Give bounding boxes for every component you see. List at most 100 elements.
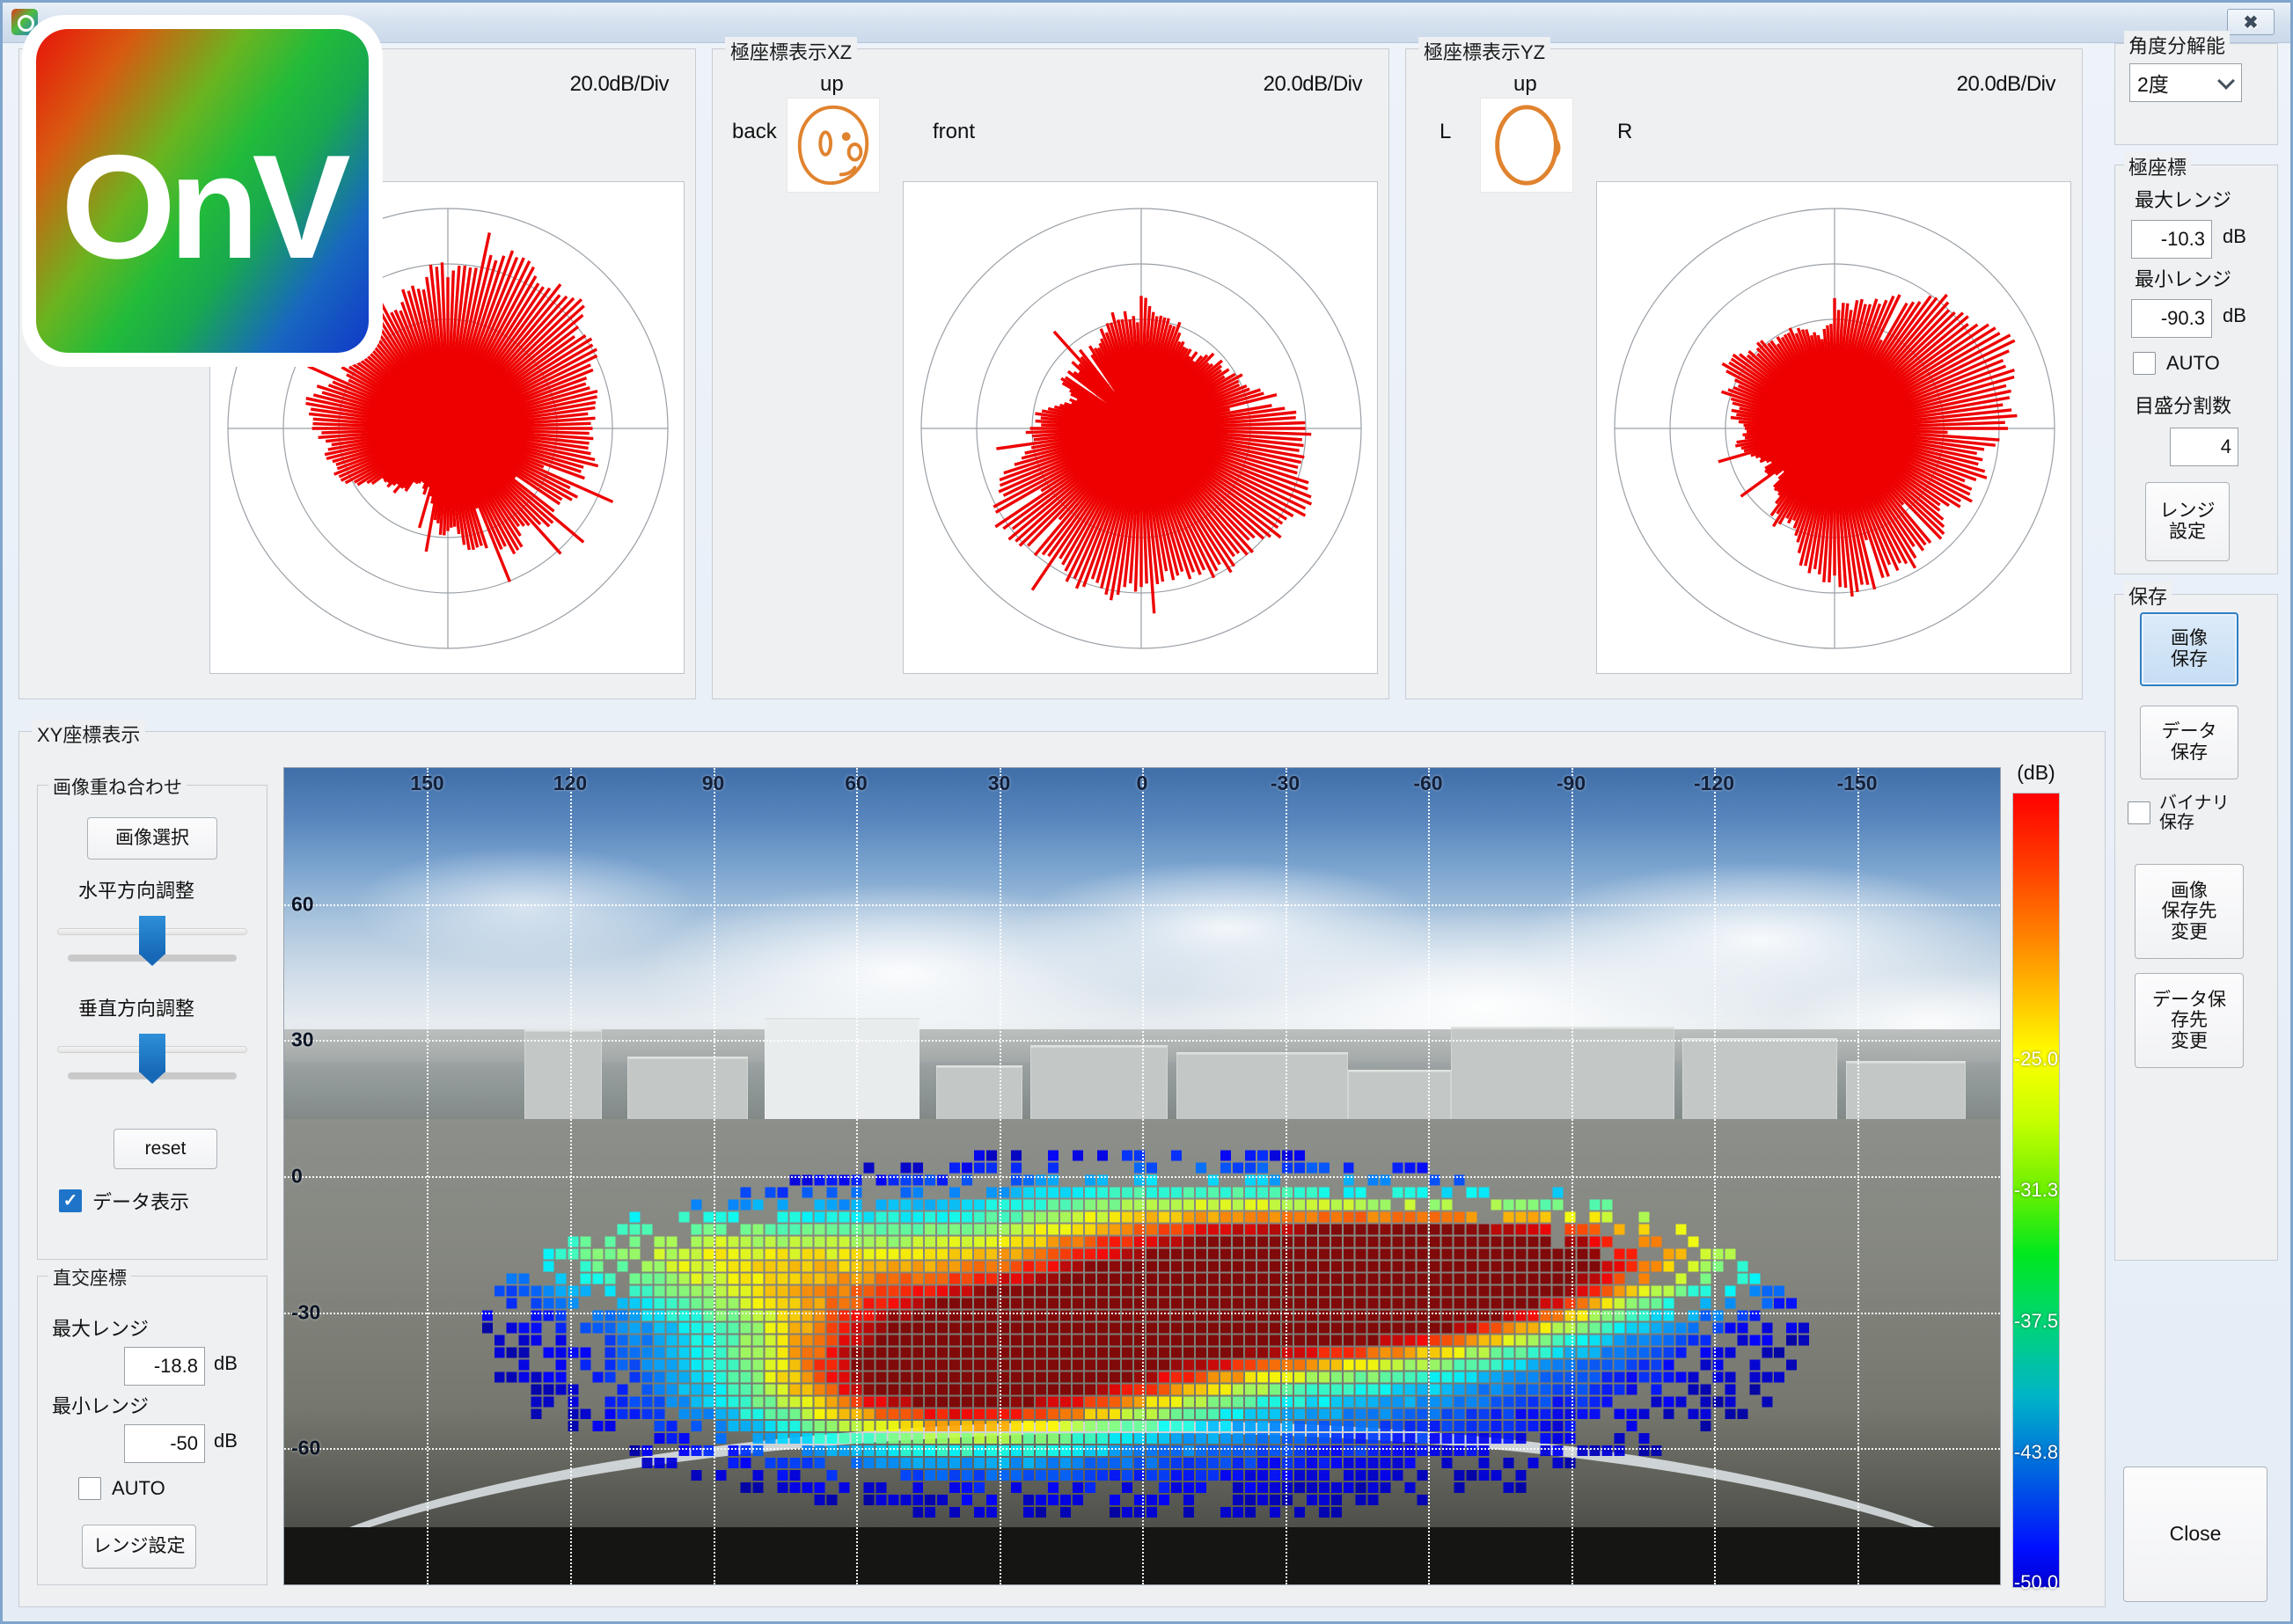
heatmap-cell [1638, 1236, 1649, 1247]
heatmap-cell [1601, 1199, 1612, 1210]
data-display-row[interactable]: データ表示 [59, 1187, 189, 1215]
heatmap-cell [900, 1396, 911, 1407]
heatmap-cell [1381, 1188, 1391, 1198]
heatmap-cell [1319, 1372, 1330, 1382]
heatmap-cell [1553, 1199, 1564, 1210]
heatmap-cell [1528, 1273, 1539, 1284]
heatmap-cell [937, 1211, 948, 1222]
heatmap-cell [1294, 1175, 1305, 1186]
heatmap-cell [1700, 1236, 1711, 1247]
heatmap-cell [1712, 1298, 1723, 1308]
polar-auto-checkbox[interactable] [2133, 352, 2156, 375]
heatmap-cell [1196, 1188, 1206, 1198]
heatmap-cell [1430, 1445, 1440, 1456]
close-dialog-button[interactable]: Close [2123, 1467, 2267, 1602]
heatmap-cell [1516, 1359, 1527, 1370]
cart-max-range-input[interactable]: -18.8 [124, 1347, 205, 1386]
divisions-input[interactable]: 4 [2170, 428, 2238, 466]
save-data-button[interactable]: データ保存 [2140, 706, 2238, 779]
v-slider-thumb[interactable] [139, 1034, 165, 1072]
colorbar-tick-label: -37.5 [2013, 1310, 2059, 1333]
heatmap-cell [925, 1482, 935, 1493]
xy-image-heatmap[interactable]: 1501209060300-30-60-90-120-15060300-30-6… [283, 767, 2001, 1585]
heatmap-cell [1220, 1347, 1231, 1357]
heatmap-cell [556, 1298, 567, 1308]
heatmap-cell [962, 1163, 972, 1174]
polar-min-range-input[interactable]: -90.3 [2131, 299, 2212, 338]
heatmap-cell [1577, 1421, 1587, 1431]
cart-range-set-button[interactable]: レンジ設定 [82, 1525, 196, 1569]
heatmap-cell [814, 1458, 824, 1468]
heatmap-cell [1491, 1408, 1502, 1419]
heatmap-cell [875, 1445, 886, 1456]
change-data-destination-button[interactable]: データ保存先変更 [2135, 973, 2244, 1068]
heatmap-cell [1048, 1372, 1059, 1382]
binary-save-checkbox[interactable] [2128, 801, 2150, 824]
heatmap-cell [1183, 1445, 1194, 1456]
heatmap-cell [728, 1470, 738, 1481]
heatmap-cell [1651, 1396, 1661, 1407]
heatmap-cell [1196, 1224, 1206, 1234]
heatmap-cell [1146, 1322, 1157, 1333]
heatmap-cell [1479, 1310, 1490, 1320]
heatmap-cell [556, 1335, 567, 1345]
heatmap-cell [1601, 1421, 1612, 1431]
heatmap-cell [1541, 1347, 1551, 1357]
heatmap-cell [814, 1310, 824, 1320]
heatmap-cell [1282, 1248, 1293, 1259]
heatmap-cell [519, 1384, 530, 1394]
change-image-destination-button[interactable]: 画像保存先変更 [2135, 864, 2244, 959]
heatmap-cell [1060, 1421, 1071, 1431]
heatmap-cell [679, 1359, 690, 1370]
polar-max-range-input[interactable]: -10.3 [2131, 220, 2212, 259]
cart-auto-checkbox[interactable] [78, 1477, 101, 1500]
heatmap-cell [1196, 1248, 1206, 1259]
save-image-button[interactable]: 画像保存 [2140, 612, 2238, 686]
heatmap-cell [618, 1372, 628, 1382]
heatmap-cell [1479, 1384, 1490, 1394]
polar-auto-row[interactable]: AUTO [2133, 352, 2220, 375]
polar-yz-db-per-div: 20.0dB/Div [1957, 72, 2055, 97]
heatmap-cell [1651, 1261, 1661, 1271]
angle-resolution-select[interactable]: 2度 [2129, 63, 2242, 102]
vertical-adjust-slider[interactable] [52, 1027, 253, 1090]
heatmap-cell [1270, 1188, 1280, 1198]
heatmap-cell [863, 1322, 874, 1333]
heatmap-cell [1418, 1384, 1428, 1394]
heatmap-cell [1097, 1359, 1108, 1370]
heatmap-cell [1638, 1372, 1649, 1382]
heatmap-cell [1011, 1445, 1022, 1456]
heatmap-cell [839, 1433, 849, 1444]
heatmap-cell [1491, 1372, 1502, 1382]
heatmap-cell [1688, 1236, 1698, 1247]
heatmap-cell [655, 1408, 665, 1419]
reset-button[interactable]: reset [114, 1129, 217, 1169]
select-image-button[interactable]: 画像選択 [87, 817, 217, 860]
polar-plot-yz[interactable] [1596, 181, 2071, 674]
heatmap-cell [1454, 1236, 1465, 1247]
heatmap-cell [1060, 1433, 1071, 1444]
heatmap-cell [1799, 1347, 1809, 1357]
h-slider-thumb[interactable] [139, 916, 165, 955]
heatmap-cell [1553, 1396, 1564, 1407]
heatmap-cell [1319, 1347, 1330, 1357]
heatmap-cell [1159, 1224, 1169, 1234]
heatmap-cell [728, 1384, 738, 1394]
cart-auto-row[interactable]: AUTO [78, 1477, 165, 1500]
heatmap-cell [692, 1408, 702, 1419]
cart-min-range-input[interactable]: -50 [124, 1424, 205, 1463]
heatmap-cell [704, 1408, 714, 1419]
heatmap-cell [851, 1445, 861, 1456]
heatmap-cell [1085, 1199, 1095, 1210]
binary-save-row[interactable]: バイナリ保存 [2128, 794, 2230, 832]
heatmap-cell [1036, 1421, 1046, 1431]
heatmap-cell [556, 1248, 567, 1259]
polar-plot-xz[interactable] [903, 181, 1378, 674]
polar-range-set-button[interactable]: レンジ設定 [2145, 482, 2230, 561]
data-display-checkbox[interactable] [59, 1189, 82, 1212]
heatmap-cell [1011, 1261, 1022, 1271]
horizontal-adjust-slider[interactable] [52, 909, 253, 972]
window-close-button[interactable]: ✖ [2227, 9, 2275, 35]
heatmap-cell [1159, 1396, 1169, 1407]
heatmap-cell [1270, 1335, 1280, 1345]
